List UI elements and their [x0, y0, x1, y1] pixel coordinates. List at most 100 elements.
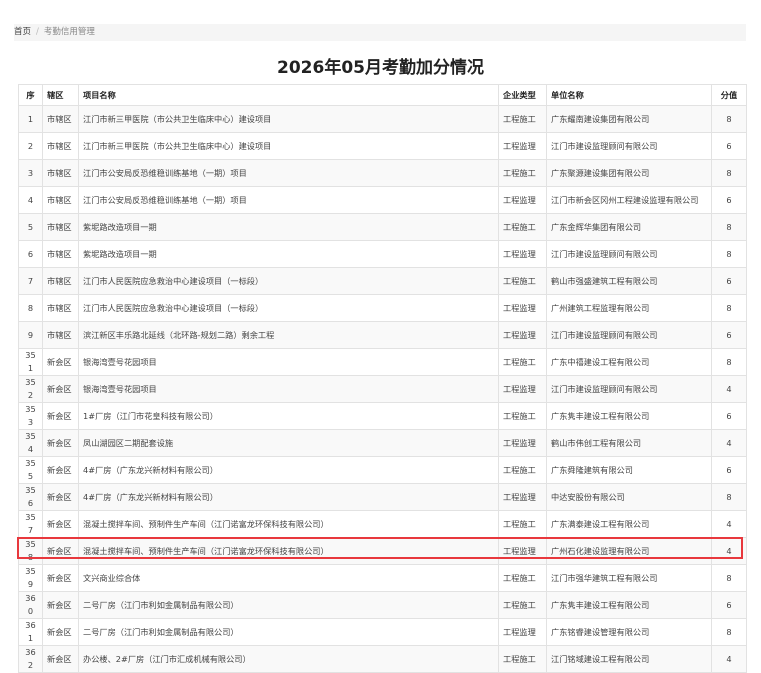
- cell-seq: 8: [18, 294, 43, 322]
- cell-unit: 广东隽丰建设工程有限公司: [546, 402, 712, 430]
- header-seq: 序: [18, 84, 43, 106]
- cell-seq: 9: [18, 321, 43, 349]
- cell-type: 工程施工: [498, 105, 547, 133]
- cell-district: 市辖区: [42, 267, 79, 295]
- cell-seq: 1: [18, 105, 43, 133]
- table-row: 360 新会区 二号厂房（江门市利如金属制品有限公司） 工程施工 广东隽丰建设工程有限公…: [18, 591, 747, 619]
- cell-score: 4: [711, 429, 747, 457]
- table-row: 352 新会区 银海湾壹号花园项目 工程监理 江门市建设监理顾问有限公司 4: [18, 375, 747, 403]
- cell-project: 紫坭路改造项目一期: [78, 240, 499, 268]
- table-row: 1 市辖区 江门市新三甲医院（市公共卫生临床中心）建设项目 工程施工 广东耀南建设集团有…: [18, 105, 747, 133]
- cell-unit: 广东金辉华集团有限公司: [546, 213, 712, 241]
- table-row: 5 市辖区 紫坭路改造项目一期 工程施工 广东金辉华集团有限公司 8: [18, 213, 747, 241]
- cell-seq: 355: [18, 456, 43, 484]
- cell-seq: 359: [18, 564, 43, 592]
- cell-unit: 广东中禧建设工程有限公司: [546, 348, 712, 376]
- cell-type: 工程施工: [498, 267, 547, 295]
- table-row: 361 新会区 二号厂房（江门市利如金属制品有限公司） 工程监理 广东铭睿建设管理有限公…: [18, 618, 747, 646]
- table-row: 2 市辖区 江门市新三甲医院（市公共卫生临床中心）建设项目 工程监理 江门市建设监理顾问…: [18, 132, 747, 160]
- cell-score: 8: [711, 348, 747, 376]
- cell-district: 市辖区: [42, 105, 79, 133]
- cell-project: 混凝土搅拌车间、预制件生产车间（江门诺富龙环保科技有限公司）: [78, 537, 499, 565]
- cell-unit: 广州建筑工程监理有限公司: [546, 294, 712, 322]
- cell-score: 4: [711, 537, 747, 565]
- cell-unit: 江门市建设监理顾问有限公司: [546, 375, 712, 403]
- cell-score: 6: [711, 402, 747, 430]
- cell-district: 新会区: [42, 402, 79, 430]
- cell-district: 新会区: [42, 348, 79, 376]
- header-project: 项目名称: [78, 84, 499, 106]
- breadcrumb-separator: /: [36, 27, 39, 37]
- header-unit: 单位名称: [546, 84, 712, 106]
- cell-type: 工程监理: [498, 429, 547, 457]
- table-row: 359 新会区 文兴商业综合体 工程施工 江门市强华建筑工程有限公司 8: [18, 564, 747, 592]
- cell-project: 二号厂房（江门市利如金属制品有限公司）: [78, 618, 499, 646]
- cell-unit: 广东舜隆建筑有限公司: [546, 456, 712, 484]
- cell-seq: 4: [18, 186, 43, 214]
- table-row: 362 新会区 办公楼、2#厂房（江门市汇成机械有限公司） 工程施工 江门铭域建设工程有…: [18, 645, 747, 673]
- cell-project: 银海湾壹号花园项目: [78, 375, 499, 403]
- table-body: 1 市辖区 江门市新三甲医院（市公共卫生临床中心）建设项目 工程施工 广东耀南建设集团有…: [18, 105, 747, 673]
- cell-district: 新会区: [42, 537, 79, 565]
- cell-score: 4: [711, 375, 747, 403]
- cell-type: 工程监理: [498, 186, 547, 214]
- cell-district: 新会区: [42, 591, 79, 619]
- cell-unit: 江门铭域建设工程有限公司: [546, 645, 712, 673]
- cell-score: 8: [711, 564, 747, 592]
- cell-project: 混凝土搅拌车间、预制件生产车间（江门诺富龙环保科技有限公司）: [78, 510, 499, 538]
- cell-project: 江门市人民医院应急救治中心建设项目（一标段）: [78, 267, 499, 295]
- cell-unit: 鹤山市伟创工程有限公司: [546, 429, 712, 457]
- cell-type: 工程施工: [498, 402, 547, 430]
- cell-type: 工程施工: [498, 645, 547, 673]
- cell-seq: 351: [18, 348, 43, 376]
- cell-score: 6: [711, 267, 747, 295]
- cell-seq: 357: [18, 510, 43, 538]
- cell-type: 工程施工: [498, 456, 547, 484]
- cell-unit: 广东满泰建设工程有限公司: [546, 510, 712, 538]
- cell-district: 市辖区: [42, 186, 79, 214]
- table-row: 7 市辖区 江门市人民医院应急救治中心建设项目（一标段） 工程施工 鹤山市强盛建筑工程有…: [18, 267, 747, 295]
- page-title: 2026年05月考勤加分情况: [277, 58, 484, 78]
- cell-score: 8: [711, 105, 747, 133]
- cell-unit: 江门市建设监理顾问有限公司: [546, 240, 712, 268]
- cell-score: 8: [711, 240, 747, 268]
- cell-unit: 广东隽丰建设工程有限公司: [546, 591, 712, 619]
- cell-district: 新会区: [42, 564, 79, 592]
- cell-seq: 353: [18, 402, 43, 430]
- cell-type: 工程施工: [498, 510, 547, 538]
- cell-district: 市辖区: [42, 132, 79, 160]
- cell-district: 新会区: [42, 483, 79, 511]
- cell-score: 6: [711, 591, 747, 619]
- cell-project: 江门市公安局反恐维稳训练基地（一期）项目: [78, 159, 499, 187]
- cell-unit: 江门市建设监理顾问有限公司: [546, 132, 712, 160]
- cell-project: 二号厂房（江门市利如金属制品有限公司）: [78, 591, 499, 619]
- cell-seq: 6: [18, 240, 43, 268]
- cell-unit: 广州石化建设监理有限公司: [546, 537, 712, 565]
- cell-seq: 361: [18, 618, 43, 646]
- cell-district: 新会区: [42, 429, 79, 457]
- cell-seq: 356: [18, 483, 43, 511]
- attendance-score-table: 序 辖区 项目名称 企业类型 单位名称 分值 1 市辖区 江门市新三甲医院（市公共卫…: [18, 84, 747, 673]
- breadcrumb-home-link[interactable]: 首页: [14, 27, 31, 37]
- cell-project: 凤山湖园区二期配套设施: [78, 429, 499, 457]
- cell-type: 工程施工: [498, 591, 547, 619]
- cell-type: 工程监理: [498, 132, 547, 160]
- header-score: 分值: [711, 84, 747, 106]
- cell-district: 新会区: [42, 618, 79, 646]
- table-row: 8 市辖区 江门市人民医院应急救治中心建设项目（一标段） 工程监理 广州建筑工程监理有限…: [18, 294, 747, 322]
- cell-type: 工程监理: [498, 375, 547, 403]
- cell-unit: 中达安股份有限公司: [546, 483, 712, 511]
- table-row: 354 新会区 凤山湖园区二期配套设施 工程监理 鹤山市伟创工程有限公司 4: [18, 429, 747, 457]
- cell-project: 江门市公安局反恐维稳训练基地（一期）项目: [78, 186, 499, 214]
- cell-project: 办公楼、2#厂房（江门市汇成机械有限公司）: [78, 645, 499, 673]
- cell-district: 市辖区: [42, 294, 79, 322]
- cell-unit: 广东耀南建设集团有限公司: [546, 105, 712, 133]
- cell-seq: 354: [18, 429, 43, 457]
- cell-seq: 358: [18, 537, 43, 565]
- cell-score: 8: [711, 213, 747, 241]
- cell-type: 工程监理: [498, 537, 547, 565]
- cell-seq: 5: [18, 213, 43, 241]
- cell-project: 文兴商业综合体: [78, 564, 499, 592]
- cell-unit: 江门市强华建筑工程有限公司: [546, 564, 712, 592]
- cell-score: 6: [711, 132, 747, 160]
